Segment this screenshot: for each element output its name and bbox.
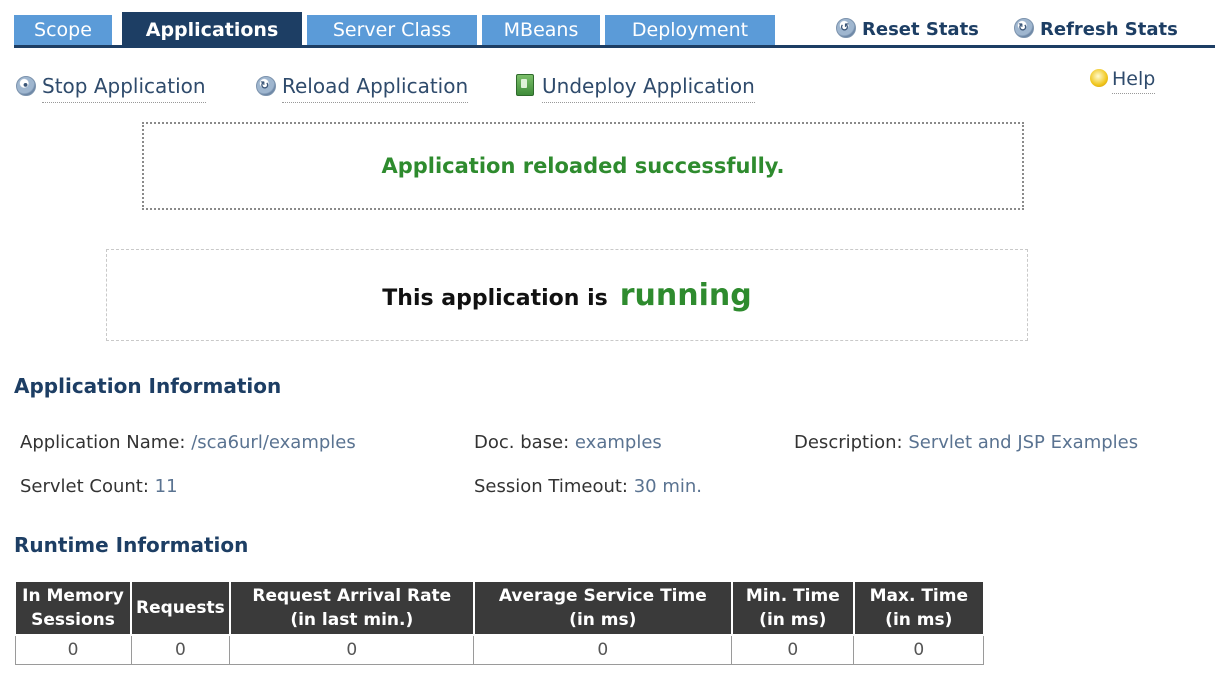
application-information-heading: Application Information xyxy=(14,374,282,398)
session-timeout-label: Session Timeout: xyxy=(474,476,628,497)
column-header-in-memory-sessions: In Memory Sessions xyxy=(14,580,132,636)
runtime-table: In Memory Sessions Requests Request Arriv… xyxy=(14,580,985,665)
application-name-value: /sca6url/examples xyxy=(191,432,356,453)
status-state: running xyxy=(619,278,752,313)
undeploy-application-link[interactable]: Undeploy Application xyxy=(516,74,755,103)
application-name-field: Application Name: /sca6url/examples xyxy=(20,432,356,453)
description-field: Description: Servlet and JSP Examples xyxy=(794,432,1138,453)
cell-average-service-time: 0 xyxy=(473,634,733,665)
refresh-stats-link[interactable]: ↻ Refresh Stats xyxy=(1014,18,1178,40)
reload-icon: ↻ xyxy=(256,76,276,96)
stop-icon: • xyxy=(16,76,36,96)
servlet-count-label: Servlet Count: xyxy=(20,476,149,497)
description-value: Servlet and JSP Examples xyxy=(908,432,1139,453)
tab-applications[interactable]: Applications xyxy=(122,12,302,45)
reload-application-link[interactable]: ↻ Reload Application xyxy=(256,74,469,103)
refresh-stats-label: Refresh Stats xyxy=(1040,19,1178,40)
reset-stats-label: Reset Stats xyxy=(862,19,979,40)
servlet-count-field: Servlet Count: 11 xyxy=(20,476,178,497)
description-label: Description: xyxy=(794,432,903,453)
column-header-min-time: Min. Time (in ms) xyxy=(730,580,855,636)
table-header-row: In Memory Sessions Requests Request Arriv… xyxy=(14,580,985,636)
undeploy-icon xyxy=(516,74,534,96)
reload-application-label: Reload Application xyxy=(282,74,469,103)
doc-base-label: Doc. base: xyxy=(474,432,570,453)
tab-mbeans[interactable]: MBeans xyxy=(482,15,600,45)
application-status: This application is running xyxy=(107,278,1027,313)
table-row: 0 0 0 0 0 0 xyxy=(14,634,985,665)
help-label: Help xyxy=(1112,68,1156,94)
session-timeout-field: Session Timeout: 30 min. xyxy=(474,476,702,497)
lightbulb-icon xyxy=(1090,69,1108,87)
column-header-request-arrival-rate: Request Arrival Rate (in last min.) xyxy=(228,580,475,636)
cell-requests: 0 xyxy=(130,634,231,665)
column-header-requests: Requests xyxy=(130,580,231,636)
refresh-icon: ↻ xyxy=(1014,18,1034,38)
cell-request-arrival-rate: 0 xyxy=(229,634,475,665)
tab-scope[interactable]: Scope xyxy=(14,15,112,45)
servlet-count-value: 11 xyxy=(154,476,178,497)
stop-application-link[interactable]: • Stop Application xyxy=(16,74,206,103)
cell-in-memory-sessions: 0 xyxy=(14,634,132,665)
application-name-label: Application Name: xyxy=(20,432,186,453)
tab-bar: Scope Applications Server Class MBeans D… xyxy=(0,0,1223,48)
stop-application-label: Stop Application xyxy=(42,74,206,103)
doc-base-field: Doc. base: examples xyxy=(474,432,662,453)
column-header-max-time: Max. Time (in ms) xyxy=(852,580,985,636)
tab-deployment[interactable]: Deployment xyxy=(605,15,775,45)
undeploy-application-label: Undeploy Application xyxy=(542,74,755,103)
reset-icon: ↺ xyxy=(836,18,856,38)
runtime-information-heading: Runtime Information xyxy=(14,533,249,557)
status-prefix: This application is xyxy=(382,286,608,311)
tab-underline xyxy=(14,45,1215,48)
success-message-box: Application reloaded successfully. xyxy=(142,122,1024,210)
reset-stats-link[interactable]: ↺ Reset Stats xyxy=(836,18,979,40)
tab-server-class[interactable]: Server Class xyxy=(307,15,477,45)
cell-min-time: 0 xyxy=(731,634,855,665)
column-header-average-service-time: Average Service Time (in ms) xyxy=(472,580,733,636)
doc-base-value: examples xyxy=(574,432,662,453)
cell-max-time: 0 xyxy=(853,634,985,665)
help-link[interactable]: Help xyxy=(1090,68,1156,94)
application-status-box: This application is running xyxy=(106,249,1028,341)
success-message: Application reloaded successfully. xyxy=(381,154,785,178)
session-timeout-value: 30 min. xyxy=(633,476,703,497)
